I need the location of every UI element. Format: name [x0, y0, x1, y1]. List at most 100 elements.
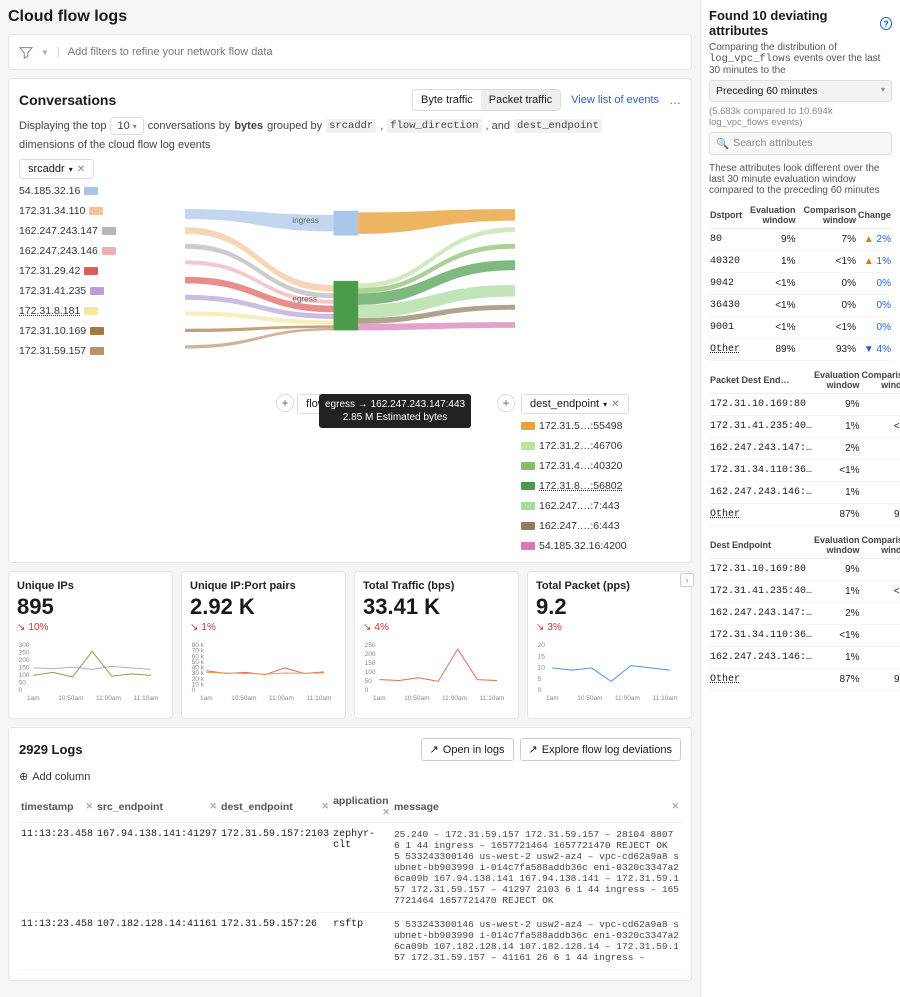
attr-group-name: Dstport: [709, 202, 743, 229]
desc-text: Displaying the top: [19, 120, 106, 132]
desc-text: grouped by: [267, 120, 322, 132]
explore-deviations-button[interactable]: ↗Explore flow log deviations: [520, 738, 681, 761]
remove-column-icon[interactable]: ✕: [671, 801, 679, 812]
attribute-row[interactable]: 172.31.41.235:40…1%<1%▲ 1%: [709, 581, 900, 603]
metric-delta: ↘4%: [363, 622, 510, 633]
attribute-row[interactable]: 403201%<1%▲ 1%: [709, 251, 892, 273]
svg-text:11:10am: 11:10am: [653, 695, 678, 702]
open-in-logs-button[interactable]: ↗Open in logs: [421, 738, 514, 761]
add-column-button[interactable]: ⊕Add column: [19, 770, 90, 783]
column-header[interactable]: application✕: [331, 791, 392, 823]
scroll-right-icon[interactable]: ›: [680, 573, 694, 587]
close-icon[interactable]: ✕: [77, 164, 85, 175]
src-address[interactable]: 172.31.41.235: [19, 285, 179, 297]
column-header[interactable]: src_endpoint✕: [95, 791, 219, 823]
attribute-row[interactable]: 172.31.10.169:809%6%▲ 3%: [709, 559, 900, 581]
src-address[interactable]: 172.31.59.157: [19, 345, 179, 357]
svg-text:300: 300: [19, 642, 30, 649]
chevron-down-icon: ▾: [881, 85, 885, 97]
remove-column-icon[interactable]: ✕: [85, 801, 93, 812]
metric-value: 2.92 K: [190, 594, 337, 620]
table-row[interactable]: 11:13:23.458107.182.128.14:41161172.31.5…: [19, 913, 681, 970]
view-list-link[interactable]: View list of events: [571, 94, 659, 106]
remove-column-icon[interactable]: ✕: [210, 801, 218, 812]
svg-text:50: 50: [19, 680, 27, 687]
metric-card: Total Packet (pps) 9.2 ↘3% 05101520 1am1…: [527, 571, 692, 719]
svg-text:11:10am: 11:10am: [134, 695, 159, 702]
dest-address[interactable]: 162.247.…:6:443: [521, 520, 620, 532]
metric-value: 895: [17, 594, 164, 620]
svg-text:11:10am: 11:10am: [307, 695, 332, 702]
attribute-row[interactable]: 172.31.41.235:40…1%<1%▲ 1%: [709, 416, 900, 438]
add-column-button[interactable]: +: [497, 394, 515, 412]
attribute-row[interactable]: 162.247.243.147:…2%1%▲ 1%: [709, 438, 900, 460]
dest-address[interactable]: 172.31.2…:46706: [521, 440, 623, 452]
svg-text:11:00am: 11:00am: [269, 695, 294, 702]
sparkline-chart: 05101520 1am10:50am11:00am11:10am: [536, 637, 683, 707]
dest-address[interactable]: 54.185.32.16:4200: [521, 540, 627, 552]
metric-value: 9.2: [536, 594, 683, 620]
page-title: Cloud flow logs: [8, 8, 692, 26]
tab-byte-traffic[interactable]: Byte traffic: [413, 90, 481, 110]
desc-by: bytes: [234, 120, 263, 132]
src-address[interactable]: 172.31.34.110: [19, 205, 179, 217]
attribute-row[interactable]: Other89%93%▼ 4%: [709, 339, 892, 361]
srcaddr-pill[interactable]: srcaddr▾✕: [19, 159, 94, 179]
svg-text:10: 10: [538, 665, 546, 672]
dest-address[interactable]: 162.247.…:7:443: [521, 500, 620, 512]
src-address[interactable]: 172.31.29.42: [19, 265, 179, 277]
compare-window-select[interactable]: Preceding 60 minutes▾: [709, 80, 892, 102]
column-header[interactable]: message✕: [392, 791, 681, 823]
dest-address[interactable]: 172.31.5…:55498: [521, 420, 623, 432]
chevron-down-icon[interactable]: ▼: [41, 48, 49, 57]
svg-text:11:10am: 11:10am: [480, 695, 505, 702]
src-address[interactable]: 162.247.243.146: [19, 245, 179, 257]
egress-label: egress: [292, 295, 317, 304]
svg-text:11:00am: 11:00am: [442, 695, 467, 702]
src-address[interactable]: 172.31.10.169: [19, 325, 179, 337]
metric-delta: ↘1%: [190, 622, 337, 633]
dim-dest-endpoint: dest_endpoint: [514, 119, 602, 133]
dest-endpoint-pill[interactable]: dest_endpoint▾✕: [521, 394, 629, 414]
dest-address[interactable]: 172.31.8…:56802: [521, 480, 623, 492]
svg-text:11:00am: 11:00am: [615, 695, 640, 702]
attribute-row[interactable]: 9001<1%<1% 0%: [709, 317, 892, 339]
attribute-row[interactable]: Other87%91%▼ 4%: [709, 669, 900, 691]
event-counts: (5.683k compared to 10.694k log_vpc_flow…: [709, 106, 892, 128]
topn-select[interactable]: 10 ▾: [110, 117, 143, 135]
dest-address-list: 172.31.5…:55498 172.31.2…:46706 172.31.4…:…: [521, 420, 681, 552]
attribute-row[interactable]: 162.247.243.147:…2%1%▲ 1%: [709, 603, 900, 625]
attribute-row[interactable]: 36430<1%0% 0%: [709, 295, 892, 317]
remove-column-icon[interactable]: ✕: [322, 801, 330, 812]
add-column-button[interactable]: +: [276, 394, 294, 412]
filter-icon[interactable]: [19, 45, 33, 59]
dest-address[interactable]: 172.31.4…:40320: [521, 460, 623, 472]
side-desc: Comparing the distribution of log_vpc_fl…: [709, 42, 892, 76]
attribute-row[interactable]: 172.31.34.110:36…<1%0% 0%: [709, 625, 900, 647]
svg-text:100: 100: [365, 669, 376, 676]
more-icon[interactable]: …: [669, 93, 681, 107]
sankey-tooltip: egress → 162.247.243.147:443 2.85 M Esti…: [319, 394, 471, 428]
close-icon[interactable]: ✕: [611, 399, 619, 410]
metric-title: Unique IP:Port pairs: [190, 580, 337, 592]
table-row[interactable]: 11:13:23.458167.94.138.141:41297172.31.5…: [19, 823, 681, 913]
attribute-row[interactable]: 162.247.243.146:…1%2%▼ 1%: [709, 647, 900, 669]
column-header[interactable]: timestamp✕: [19, 791, 95, 823]
search-attributes-input[interactable]: 🔍Search attributes: [709, 132, 892, 155]
src-address[interactable]: 54.185.32.16: [19, 185, 179, 197]
src-address[interactable]: 172.31.8.181: [19, 305, 179, 317]
attribute-row[interactable]: Other87%91%▼ 4%: [709, 504, 900, 526]
attribute-row[interactable]: 9042<1%0% 0%: [709, 273, 892, 295]
attribute-row[interactable]: 172.31.10.169:809%6%▲ 3%: [709, 394, 900, 416]
help-icon[interactable]: ?: [880, 17, 892, 30]
filter-placeholder[interactable]: Add filters to refine your network flow …: [68, 46, 273, 58]
traffic-type-segment[interactable]: Byte traffic Packet traffic: [412, 89, 561, 111]
attribute-row[interactable]: 809%7%▲ 2%: [709, 229, 892, 251]
dim-srcaddr: srcaddr: [326, 119, 376, 133]
remove-column-icon[interactable]: ✕: [382, 807, 390, 818]
src-address[interactable]: 162.247.243.147: [19, 225, 179, 237]
tab-packet-traffic[interactable]: Packet traffic: [481, 90, 560, 110]
attribute-row[interactable]: 162.247.243.146:…1%2%▼ 1%: [709, 482, 900, 504]
column-header[interactable]: dest_endpoint✕: [219, 791, 331, 823]
attribute-row[interactable]: 172.31.34.110:36…<1%0% 0%: [709, 460, 900, 482]
